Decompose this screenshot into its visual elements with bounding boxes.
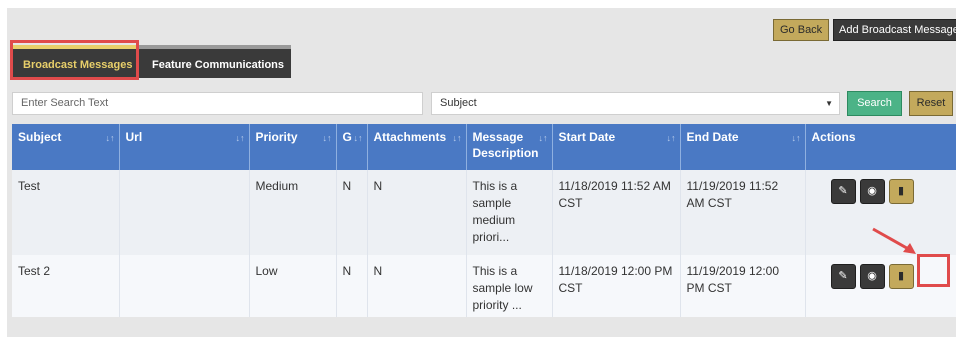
- annotation-arrow-icon: [872, 227, 916, 254]
- cell-subject: Test 2: [12, 255, 120, 317]
- sort-icon: ↓↑: [235, 133, 245, 143]
- delete-button[interactable]: ▮: [888, 264, 914, 289]
- column-header-attachments[interactable]: Attachments ↓↑: [367, 124, 467, 170]
- cell-description: This is a sample low priority ...: [466, 255, 553, 317]
- sort-icon: ↓↑: [452, 133, 462, 143]
- cell-priority: Low: [249, 255, 337, 317]
- view-button[interactable]: ◉: [859, 264, 885, 289]
- view-button[interactable]: ◉: [859, 179, 885, 204]
- eye-icon: ◉: [867, 185, 877, 197]
- search-input[interactable]: Enter Search Text: [12, 92, 423, 115]
- trash-icon: ▮: [897, 185, 905, 197]
- eye-icon: ◉: [867, 270, 877, 282]
- add-broadcast-message-button[interactable]: Add Broadcast Message: [833, 19, 956, 41]
- sort-icon: ↓↑: [791, 133, 801, 143]
- cell-end-date: 11/19/2019 11:52 AM CST: [680, 170, 806, 255]
- edit-button[interactable]: ✎: [830, 179, 856, 204]
- column-header-start-date[interactable]: Start Date ↓↑: [552, 124, 681, 170]
- column-header-g[interactable]: G ↓↑: [336, 124, 368, 170]
- column-header-end-date[interactable]: End Date ↓↑: [680, 124, 806, 170]
- cell-priority: Medium: [249, 170, 337, 255]
- tab-feature-communications[interactable]: Feature Communications: [152, 58, 284, 72]
- column-header-actions: Actions: [805, 124, 956, 170]
- cell-description: This is a sample medium priori...: [466, 170, 553, 255]
- column-header-priority[interactable]: Priority ↓↑: [249, 124, 337, 170]
- cell-subject: Test: [12, 170, 120, 255]
- sort-icon: ↓↑: [666, 133, 676, 143]
- sort-icon: ↓↑: [105, 133, 115, 143]
- annotation-highlight-box: [917, 254, 950, 287]
- caret-down-icon: ▼: [825, 99, 833, 108]
- search-button[interactable]: Search: [847, 91, 902, 116]
- trash-icon: ▮: [897, 270, 905, 282]
- cell-start-date: 11/18/2019 11:52 AM CST: [552, 170, 681, 255]
- table-row: Test 2 Low N N This is a sample low prio…: [12, 255, 956, 317]
- broadcast-messages-table: Subject ↓↑ Url ↓↑ Priority ↓↑ G ↓↑ Attachmen…: [12, 124, 956, 317]
- edit-icon: ✎: [838, 185, 848, 197]
- column-header-url[interactable]: Url ↓↑: [119, 124, 250, 170]
- cell-g: N: [336, 255, 368, 317]
- go-back-button[interactable]: Go Back: [773, 19, 830, 41]
- edit-icon: ✎: [838, 270, 848, 282]
- sort-icon: ↓↑: [353, 133, 363, 143]
- cell-url: [119, 170, 250, 255]
- edit-button[interactable]: ✎: [830, 264, 856, 289]
- table-row: Test Medium N N This is a sample medium …: [12, 170, 956, 255]
- cell-start-date: 11/18/2019 12:00 PM CST: [552, 255, 681, 317]
- cell-g: N: [336, 170, 368, 255]
- search-field-value: Subject: [440, 97, 477, 109]
- column-header-subject[interactable]: Subject ↓↑: [12, 124, 120, 170]
- cell-attachments: N: [367, 255, 467, 317]
- column-header-message-description[interactable]: Message Description ↓↑: [466, 124, 553, 170]
- reset-button[interactable]: Reset: [909, 91, 953, 116]
- sort-icon: ↓↑: [322, 133, 332, 143]
- cell-url: [119, 255, 250, 317]
- delete-button[interactable]: ▮: [888, 179, 914, 204]
- cell-attachments: N: [367, 170, 467, 255]
- search-field-select[interactable]: Subject ▼: [431, 92, 840, 115]
- sort-icon: ↓↑: [538, 133, 548, 143]
- annotation-highlight-box: [10, 40, 139, 80]
- cell-end-date: 11/19/2019 12:00 PM CST: [680, 255, 806, 317]
